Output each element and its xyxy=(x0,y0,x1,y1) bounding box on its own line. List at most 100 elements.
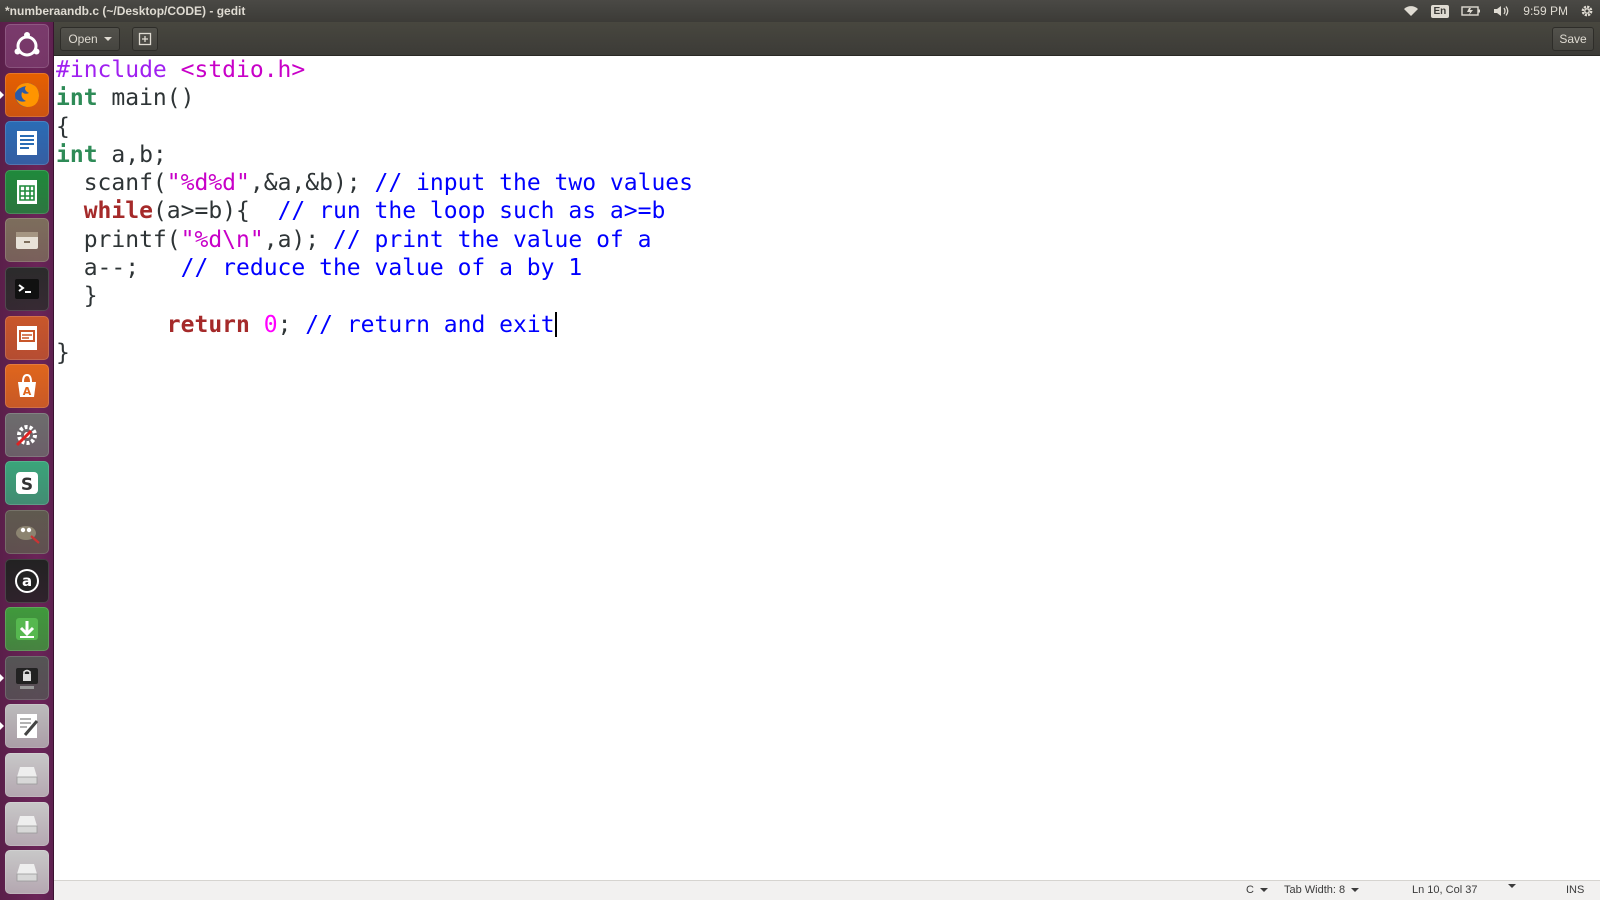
cursor-position-dropdown[interactable] xyxy=(1508,884,1516,888)
files-launcher-button[interactable] xyxy=(5,218,49,263)
code-token: "%d\n" xyxy=(180,226,264,253)
insert-mode-indicator[interactable]: INS xyxy=(1566,884,1584,896)
code-line[interactable]: a--; // reduce the value of a by 1 xyxy=(56,254,693,282)
firefox-launcher-button[interactable] xyxy=(5,72,49,117)
running-indicator xyxy=(0,722,4,731)
tab-width-selector[interactable]: Tab Width: 8 xyxy=(1284,884,1360,896)
firefox-icon xyxy=(15,82,39,107)
new-tab-icon xyxy=(138,32,152,46)
code-token: while xyxy=(83,198,153,225)
code-line[interactable]: return 0; // return and exit xyxy=(56,311,693,339)
battery-icon[interactable] xyxy=(1461,5,1481,17)
language-selector[interactable]: C xyxy=(1246,884,1268,896)
running-indicator xyxy=(0,90,4,99)
drive-launcher-button-3[interactable] xyxy=(5,850,49,895)
cursor-position-selector[interactable]: Ln 10, Col 37 xyxy=(1412,884,1477,896)
code-token: ; xyxy=(277,311,306,338)
code-token: // run the loop such as a>=b xyxy=(277,198,666,225)
slack-icon: S xyxy=(16,472,38,495)
files-icon xyxy=(16,232,38,250)
code-token: // print the value of a xyxy=(332,226,652,253)
status-bar: C Tab Width: 8 Ln 10, Col 37 INS xyxy=(54,880,1600,900)
libreoffice-impress-launcher-button[interactable] xyxy=(5,315,49,360)
slack-launcher-button[interactable]: S xyxy=(5,461,49,506)
software-center-launcher-button[interactable]: A xyxy=(5,364,49,409)
code-token: <stdio.h> xyxy=(180,57,306,83)
gimp-icon xyxy=(16,526,40,544)
tab-width-label: Tab Width: 8 xyxy=(1284,884,1346,896)
code-token: printf( xyxy=(56,226,181,253)
drive-icon xyxy=(16,767,38,785)
gimp-launcher-button[interactable] xyxy=(5,510,49,554)
code-token: } xyxy=(56,283,98,310)
drive-launcher-button[interactable] xyxy=(5,753,49,797)
code-line[interactable]: scanf("%d%d",&a,&b); // input the two va… xyxy=(56,169,693,197)
svg-text:S: S xyxy=(21,475,33,495)
drive-icon-2 xyxy=(16,815,38,833)
svg-text:A: A xyxy=(23,385,32,398)
screen-lock-icon xyxy=(16,667,38,689)
code-view[interactable]: #include <stdio.h> int main(){int a,b; sc… xyxy=(56,56,693,367)
code-token: // return and exit xyxy=(305,311,555,338)
code-line[interactable]: while(a>=b){ // run the loop such as a>=… xyxy=(56,197,693,225)
text-editor-icon xyxy=(17,714,39,739)
code-token: { xyxy=(56,113,70,140)
chevron-down-icon xyxy=(1259,888,1268,892)
gear-icon[interactable] xyxy=(1580,4,1594,18)
code-token: // input the two values xyxy=(374,170,694,197)
new-document-button[interactable] xyxy=(132,27,158,51)
system-settings-icon xyxy=(15,424,37,446)
code-line[interactable]: int main() xyxy=(56,84,693,112)
code-token: #include xyxy=(56,57,181,83)
libreoffice-writer-launcher-button[interactable] xyxy=(5,121,49,166)
code-token: // reduce the value of a by 1 xyxy=(180,255,583,282)
downloader-icon xyxy=(16,618,38,641)
screen-lock-launcher-button[interactable] xyxy=(5,655,49,700)
code-token: ,&a,&b); xyxy=(249,170,375,197)
code-token: scanf( xyxy=(56,170,167,197)
code-line[interactable]: } xyxy=(56,339,693,367)
system-settings-launcher-button[interactable] xyxy=(5,412,49,457)
clock[interactable]: 9:59 PM xyxy=(1523,4,1568,18)
keyboard-layout-indicator[interactable]: En xyxy=(1430,4,1450,18)
text-cursor xyxy=(554,311,557,337)
code-token: main() xyxy=(97,85,195,112)
code-token: a,b; xyxy=(97,141,167,168)
chevron-down-icon xyxy=(103,37,112,41)
top-panel: *numberaandb.c (~/Desktop/CODE) - gedit … xyxy=(0,0,1600,22)
code-token: (a>=b){ xyxy=(152,198,278,225)
terminal-icon xyxy=(15,279,39,299)
svg-text:a: a xyxy=(22,572,32,590)
running-indicator xyxy=(0,673,4,682)
volume-icon[interactable] xyxy=(1493,5,1511,17)
open-button[interactable]: Open xyxy=(60,27,120,51)
software-center-icon: A xyxy=(18,374,36,398)
open-button-label: Open xyxy=(68,32,98,46)
downloader-launcher-button[interactable] xyxy=(5,607,49,652)
cursor-position-label: Ln 10, Col 37 xyxy=(1412,884,1478,896)
code-line[interactable]: { xyxy=(56,113,693,141)
code-line[interactable]: } xyxy=(56,282,693,310)
text-editor-launcher-button[interactable] xyxy=(5,704,49,749)
save-button[interactable]: Save xyxy=(1552,27,1594,51)
ubuntu-dash-launcher-button[interactable] xyxy=(5,24,49,68)
text-editor-area[interactable]: #include <stdio.h> int main(){int a,b; sc… xyxy=(54,56,1600,880)
launcher: A Sa xyxy=(0,22,54,900)
insert-mode-label: INS xyxy=(1566,884,1585,896)
indicator-area: En 9:59 PM xyxy=(1403,0,1594,22)
terminal-launcher-button[interactable] xyxy=(5,267,49,311)
wifi-icon[interactable] xyxy=(1403,5,1419,17)
libreoffice-calc-launcher-button[interactable] xyxy=(5,169,49,214)
code-token: } xyxy=(56,339,70,366)
libreoffice-calc-icon xyxy=(17,179,37,204)
amazon-launcher-button[interactable]: a xyxy=(5,558,49,603)
amazon-icon: a xyxy=(15,568,39,593)
drive-launcher-button-2[interactable] xyxy=(5,801,49,846)
code-line[interactable]: int a,b; xyxy=(56,141,693,169)
code-line[interactable]: printf("%d\n",a); // print the value of … xyxy=(56,226,693,254)
code-token: return xyxy=(166,311,250,338)
header-bar: Open Save xyxy=(54,22,1600,56)
code-line[interactable]: #include <stdio.h> xyxy=(56,56,693,84)
